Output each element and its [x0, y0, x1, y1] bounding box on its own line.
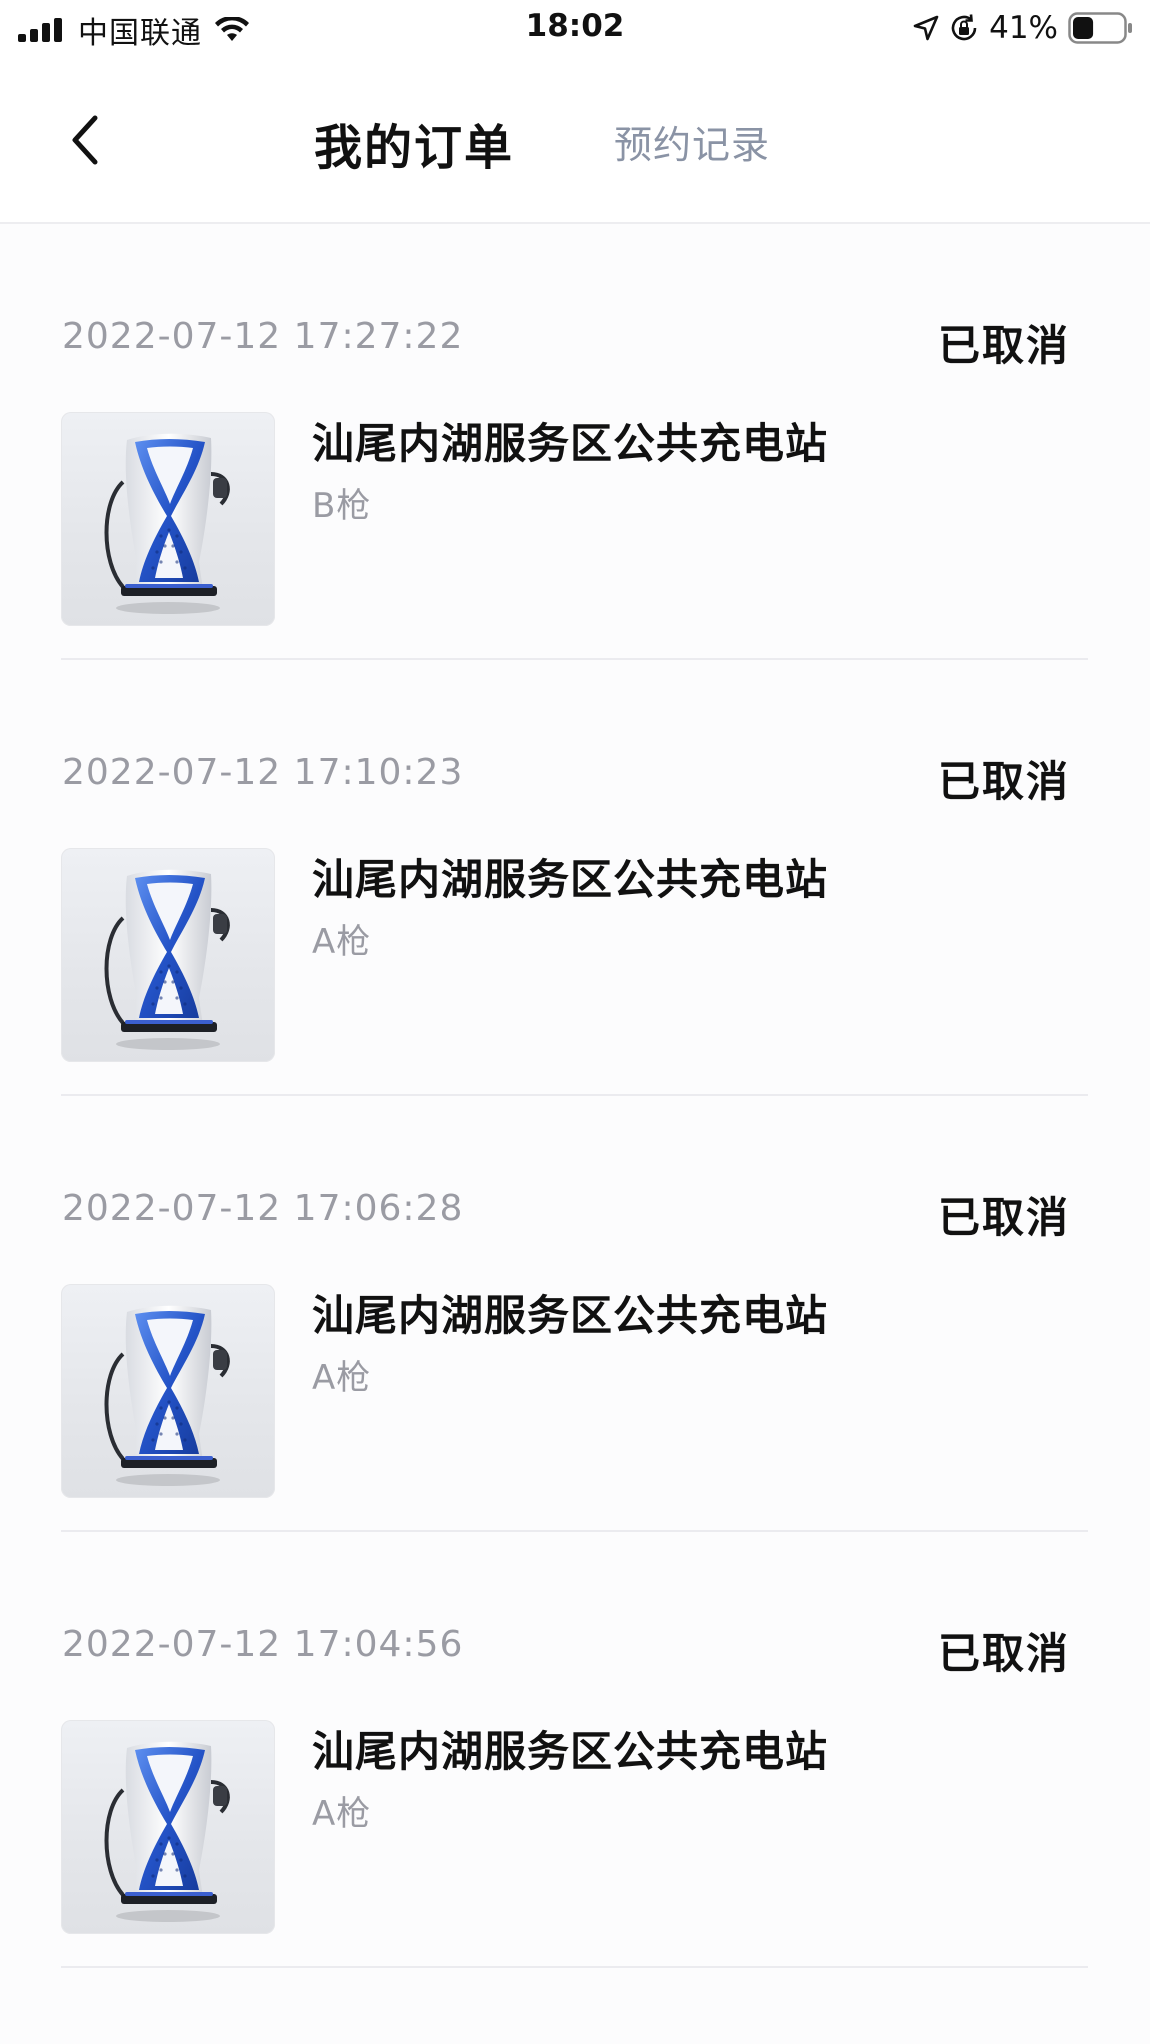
ev-charger-image: [104, 1739, 230, 1924]
station-name: 汕尾内湖服务区公共充电站: [312, 419, 829, 468]
charger-thumbnail: [61, 1284, 275, 1498]
order-time: 2022-07-12 17:10:23: [62, 752, 464, 793]
order-item[interactable]: 2022-07-12 17:04:56 已取消 汕尾内湖服务区公共充电站 A枪: [0, 1532, 1150, 1968]
station-name: 汕尾内湖服务区公共充电站: [312, 1291, 829, 1340]
charger-thumbnail: [61, 848, 275, 1062]
order-status: 已取消: [937, 1193, 1070, 1242]
tab-reservation-records[interactable]: 预约记录: [614, 114, 770, 169]
order-status: 已取消: [937, 757, 1070, 806]
ev-charger-image: [104, 431, 230, 616]
chevron-left-icon: [72, 115, 98, 165]
order-item[interactable]: 2022-07-12 17:27:22 已取消 汕尾内湖服务区公共充电站 B枪: [0, 224, 1150, 660]
status-bar: 中国联通 18:02 41%: [0, 0, 1150, 58]
gun-label: A枪: [312, 922, 372, 962]
charger-thumbnail: [61, 412, 275, 626]
nav-bar: 我的订单 预约记录: [0, 58, 1150, 224]
gun-label: A枪: [312, 1794, 372, 1834]
order-list: 2022-07-12 17:27:22 已取消 汕尾内湖服务区公共充电站 B枪 …: [0, 224, 1150, 1968]
tab-my-orders[interactable]: 我的订单: [314, 108, 514, 178]
gun-label: A枪: [312, 1358, 372, 1398]
order-item[interactable]: 2022-07-12 17:10:23 已取消 汕尾内湖服务区公共充电站 A枪: [0, 660, 1150, 1096]
order-time: 2022-07-12 17:06:28: [62, 1188, 464, 1229]
order-item[interactable]: 2022-07-12 17:06:28 已取消 汕尾内湖服务区公共充电站 A枪: [0, 1096, 1150, 1532]
order-time: 2022-07-12 17:04:56: [62, 1624, 464, 1665]
back-button[interactable]: [56, 108, 112, 172]
battery-percent: 41%: [989, 10, 1058, 46]
order-time: 2022-07-12 17:27:22: [62, 316, 464, 357]
order-status: 已取消: [937, 321, 1070, 370]
order-status: 已取消: [937, 1629, 1070, 1678]
ev-charger-image: [104, 867, 230, 1052]
status-right: 41%: [913, 10, 1134, 46]
charger-thumbnail: [61, 1720, 275, 1934]
station-name: 汕尾内湖服务区公共充电站: [312, 855, 829, 904]
rotation-lock-icon: [951, 14, 977, 41]
ev-charger-image: [104, 1303, 230, 1488]
divider: [61, 1966, 1088, 1968]
battery-icon: [1068, 12, 1132, 44]
location-arrow-icon: [913, 15, 939, 41]
station-name: 汕尾内湖服务区公共充电站: [312, 1727, 829, 1776]
gun-label: B枪: [312, 486, 372, 526]
